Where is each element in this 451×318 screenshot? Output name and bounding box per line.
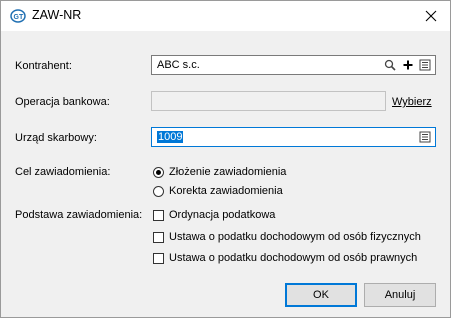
kontrahent-field[interactable]: ABC s.c. bbox=[151, 55, 436, 75]
title-bar: GT ZAW-NR bbox=[1, 1, 450, 31]
podstawa-label: Podstawa zawiadomienia: bbox=[15, 209, 143, 221]
checkbox-fizyczne-label[interactable]: Ustawa o podatku dochodowym od osób fizy… bbox=[169, 231, 421, 243]
kontrahent-value: ABC s.c. bbox=[157, 59, 200, 71]
window-title: ZAW-NR bbox=[32, 8, 82, 22]
app-logo-icon: GT bbox=[10, 9, 26, 23]
svg-text:GT: GT bbox=[14, 14, 24, 21]
urzad-label: Urząd skarbowy: bbox=[15, 132, 97, 144]
radio-zlozenie-label[interactable]: Złożenie zawiadomienia bbox=[169, 166, 286, 178]
checkbox-ordynacja-label[interactable]: Ordynacja podatkowa bbox=[169, 209, 275, 221]
cel-label: Cel zawiadomienia: bbox=[15, 166, 111, 178]
checkbox-prawne-label[interactable]: Ustawa o podatku dochodowym od osób praw… bbox=[169, 252, 417, 264]
ok-button[interactable]: OK bbox=[285, 283, 357, 307]
radio-zlozenie[interactable] bbox=[153, 167, 164, 178]
wybierz-link[interactable]: Wybierz bbox=[392, 96, 432, 108]
search-icon[interactable] bbox=[384, 59, 396, 71]
radio-korekta-label[interactable]: Korekta zawiadomienia bbox=[169, 185, 283, 197]
kontrahent-label: Kontrahent: bbox=[15, 60, 72, 72]
cancel-button[interactable]: Anuluj bbox=[364, 283, 436, 307]
urzad-value-selected: 1009 bbox=[157, 131, 184, 143]
radio-korekta[interactable] bbox=[153, 186, 164, 197]
checkbox-ordynacja[interactable] bbox=[153, 210, 164, 221]
operacja-label: Operacja bankowa: bbox=[15, 96, 110, 108]
urzad-field[interactable]: 1009 bbox=[151, 127, 436, 147]
checkbox-fizyczne[interactable] bbox=[153, 232, 164, 243]
list-icon[interactable] bbox=[419, 131, 431, 143]
checkbox-prawne[interactable] bbox=[153, 253, 164, 264]
plus-icon[interactable] bbox=[402, 59, 414, 71]
close-icon[interactable] bbox=[422, 7, 440, 25]
list-icon[interactable] bbox=[419, 59, 431, 71]
operacja-field bbox=[151, 91, 386, 111]
urzad-value: 1009 bbox=[157, 131, 184, 143]
dialog-window: GT ZAW-NR Kontrahent: ABC s.c. Operacja … bbox=[0, 0, 451, 318]
